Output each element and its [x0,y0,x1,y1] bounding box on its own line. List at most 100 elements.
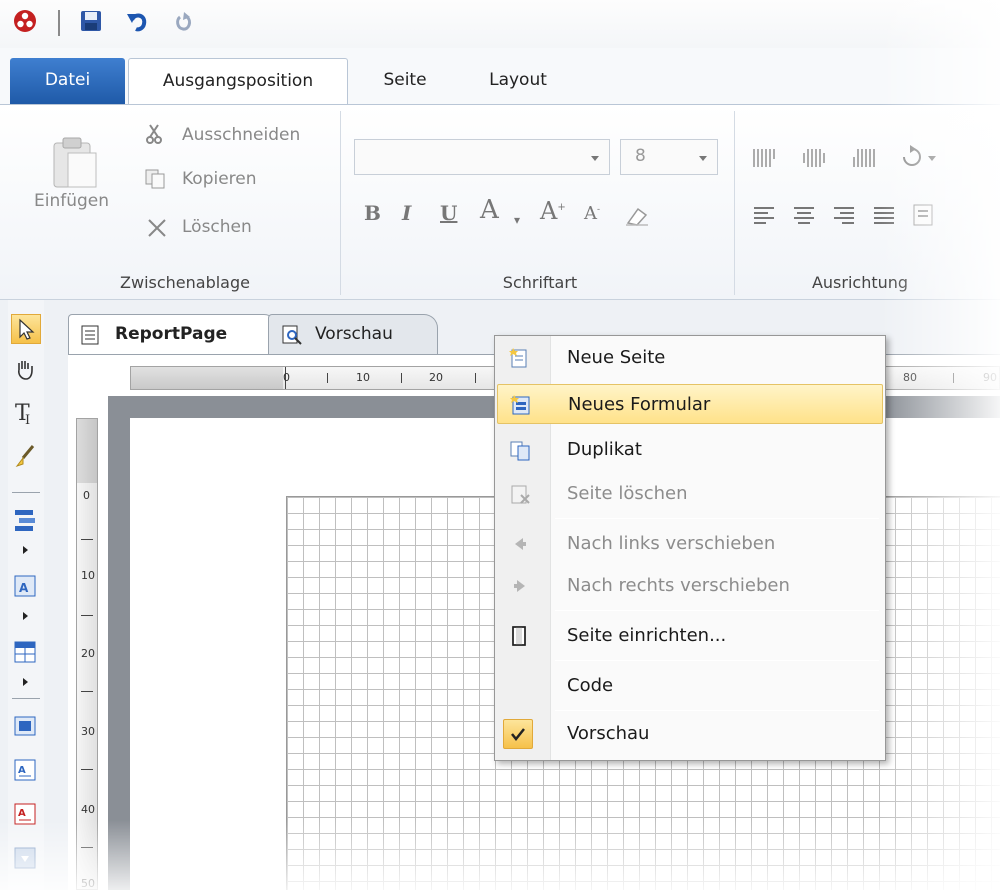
menu-item-label: Nach links verschieben [567,533,776,554]
menu-separator [555,518,879,519]
duplicate-icon [510,441,530,461]
tab-vorschau[interactable]: Vorschau [268,314,438,354]
font-size-select[interactable]: 8 [620,139,718,175]
ruler-label: 90 [983,371,997,384]
menu-item-new-form[interactable]: Neues Formular [497,384,883,424]
ruler-label: 0 [283,371,290,384]
font-color-icon[interactable]: A [480,195,499,225]
ruler-label: 20 [81,647,95,660]
arrow-left-icon [515,538,526,550]
tab-datei[interactable]: Datei [10,58,125,104]
chevron-down-icon [591,156,599,161]
align-center-bars-icon[interactable] [802,147,828,173]
rotate-icon[interactable] [898,143,938,175]
tab-ausgangsposition[interactable]: Ausgangsposition [128,58,348,104]
menu-item-page-setup[interactable]: Seite einrichten... [497,616,883,656]
checked-indicator [503,719,533,749]
ruler-tick [81,615,93,616]
hand-tool-icon[interactable] [11,356,41,386]
copy-button[interactable]: Kopieren [182,169,257,189]
tab-seite[interactable]: Seite [370,58,440,104]
ruler-tick [401,373,402,383]
table-tool-icon[interactable] [11,638,41,668]
redo-icon[interactable] [170,8,196,34]
menu-item-code[interactable]: Code [497,666,883,706]
menu-item-preview[interactable]: Vorschau [497,714,883,754]
page-setup-icon [512,626,526,646]
tab-report-page[interactable]: ReportPage [68,314,278,354]
text-tool-icon[interactable]: TI [11,398,41,428]
vertical-align-icon[interactable] [912,203,936,231]
font-color-dropdown-icon[interactable]: ▾ [514,213,520,227]
cut-button[interactable]: Ausschneiden [182,125,300,145]
label-tool-icon[interactable]: A [11,756,41,786]
rich-text-tool-icon[interactable]: A [11,800,41,830]
ruler-tick [81,539,93,540]
qat-separator [58,10,60,36]
tab-layout[interactable]: Layout [478,58,558,104]
ruler-tick [953,373,954,383]
pointer-tool-icon[interactable] [11,314,41,344]
ruler-tick [327,373,328,383]
menu-item-label: Nach rechts verschieben [567,575,790,596]
chevron-down-icon [699,156,707,161]
submenu-arrow-icon[interactable] [23,612,28,620]
menu-separator [555,660,879,661]
align-right-bars-icon[interactable] [852,147,878,173]
delete-icon [146,217,168,243]
menu-item-label: Vorschau [567,723,650,744]
page-context-menu: Neue Seite Neues Formular Duplikat Seite… [494,335,886,761]
svg-text:A: A [18,765,26,776]
new-page-icon [509,348,527,368]
toolbox-separator [12,698,40,699]
group-separator [340,111,341,295]
grow-font-icon[interactable]: A+ [540,197,566,225]
ruler-tick [81,769,93,770]
menu-item-delete-page[interactable]: Seite löschen [497,474,883,514]
copy-icon [144,167,166,193]
menu-separator [555,710,879,711]
picture-tool-icon[interactable] [11,712,41,742]
align-left-bars-icon[interactable] [752,147,778,173]
menu-item-label: Seite löschen [567,483,688,504]
menu-item-label: Code [567,675,614,696]
group-label-alignment: Ausrichtung [811,273,909,292]
toolbox-separator [12,492,40,493]
paste-button[interactable]: Einfügen [34,191,109,211]
underline-icon[interactable]: U [440,201,457,225]
checkmark-icon [511,728,525,742]
tab-report-page-label: ReportPage [115,324,228,344]
text-justify-icon[interactable] [872,205,896,229]
save-icon[interactable] [78,8,104,34]
menu-item-duplicate[interactable]: Duplikat [497,430,883,470]
ribbon-tab-bar: Datei Ausgangsposition Seite Layout [0,48,1000,104]
menu-item-move-left[interactable]: Nach links verschieben [497,524,883,564]
delete-page-icon [511,485,530,504]
shrink-font-icon[interactable]: A- [584,203,600,224]
app-logo-icon[interactable] [12,8,38,34]
format-painter-icon[interactable] [11,442,41,472]
clear-format-icon[interactable] [624,205,650,231]
text-align-right-icon[interactable] [832,205,856,229]
ruler-margin [77,419,97,483]
ruler-label: 20 [429,371,443,384]
bold-icon[interactable]: B [364,201,381,225]
delete-button[interactable]: Löschen [182,217,252,237]
ruler-label: 10 [81,569,95,582]
font-family-select[interactable] [354,139,610,175]
submenu-arrow-icon[interactable] [23,678,28,686]
new-form-icon [510,395,530,415]
menu-item-new-page[interactable]: Neue Seite [497,338,883,378]
text-object-tool-icon[interactable]: A [11,572,41,602]
italic-icon[interactable]: I [402,201,411,225]
ruler-label: 40 [81,803,95,816]
text-align-left-icon[interactable] [752,205,776,229]
undo-icon[interactable] [124,8,150,34]
left-toolbox: TI A A A [8,300,44,890]
menu-item-move-right[interactable]: Nach rechts verschieben [497,566,883,606]
group-separator [734,111,735,295]
text-align-center-icon[interactable] [792,205,816,229]
band-tool-icon[interactable] [11,506,41,536]
more-tools-icon[interactable] [11,844,41,874]
submenu-arrow-icon[interactable] [23,546,28,554]
